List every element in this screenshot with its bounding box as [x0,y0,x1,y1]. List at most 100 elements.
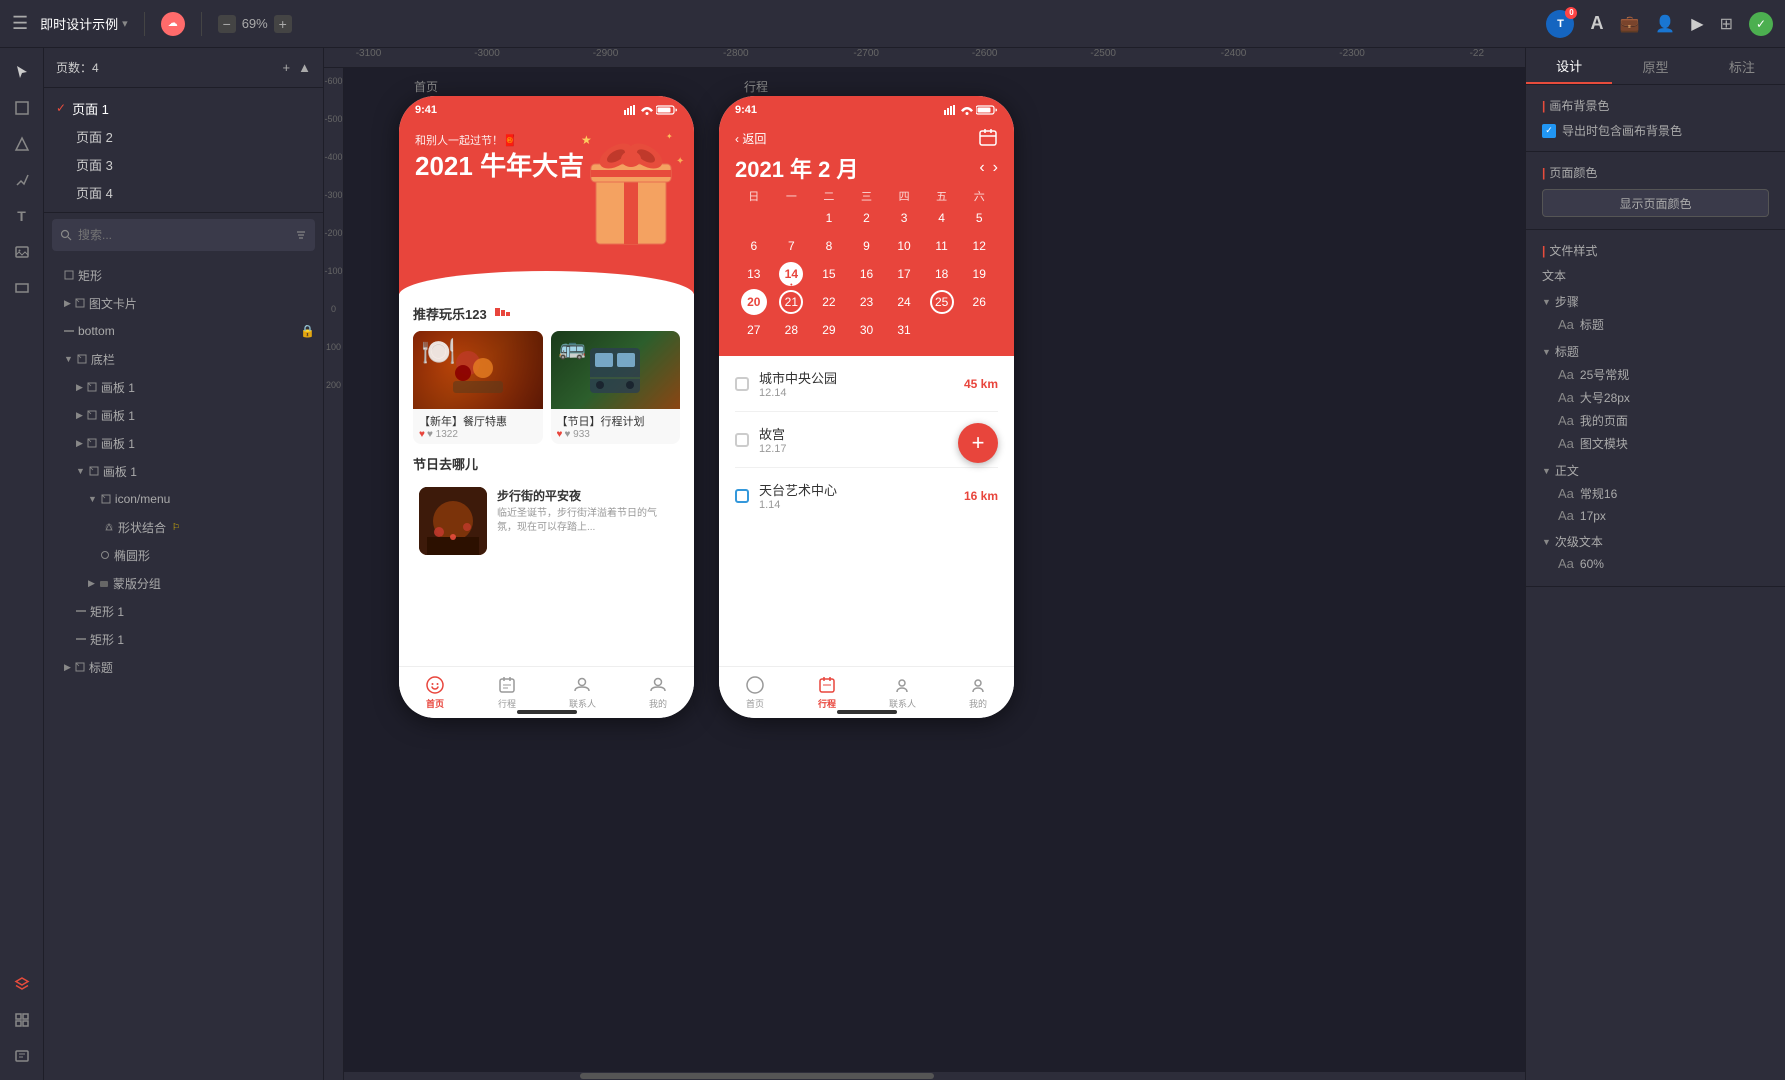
canvas-main[interactable]: 首页 行程 9:41 和别人一起过节！🧧 [344,68,1525,1080]
style-item-title-sub[interactable]: Aa 标题 [1542,313,1769,336]
assets-icon[interactable] [6,1004,38,1036]
show-page-color-button[interactable]: 显示页面颜色 [1542,189,1769,217]
card2-image: 🚌 [551,331,681,409]
style-item-steps-expand[interactable]: ▼ 步骤 [1542,290,1769,313]
canvas-bg-section: 画布背景色 ✓ 导出时包含画布背景色 [1526,85,1785,152]
export-bg-checkbox[interactable]: ✓ [1542,124,1556,138]
export-bg-label: 导出时包含画布背景色 [1562,122,1682,139]
layer-bottom[interactable]: bottom 🔒 [44,317,323,345]
layer-ellipse[interactable]: 椭圆形 [44,541,323,569]
style-item-body-expand[interactable]: ▼ 正文 [1542,459,1769,482]
tab-prototype[interactable]: 原型 [1612,48,1698,84]
card2: 🚌 【节日】行程计划 ♥♥ 933 [551,331,681,444]
cal-next-button[interactable]: › [993,159,998,177]
phone1-content: 推荐玩乐123 🍽️ [399,294,694,571]
phone2-tab-mine[interactable]: 我的 [968,675,988,710]
style-item-secondary-expand[interactable]: ▼ 次级文本 [1542,530,1769,553]
phone1-tab-home[interactable]: 首页 [425,675,445,710]
horizontal-scrollbar[interactable] [344,1072,1525,1080]
page-item-1[interactable]: ✓ 页面 1 [44,94,323,122]
style-item-mypage[interactable]: Aa 我的页面 [1542,409,1769,432]
file-styles-section: 文件样式 文本 ▼ 步骤 Aa 标题 ▼ 标题 Aa 25号常规 Aa [1526,230,1785,587]
publish-button[interactable]: ✓ [1749,12,1773,36]
layer-rect-1a[interactable]: 矩形 1 [44,597,323,625]
place-checkbox-1[interactable] [735,377,749,391]
style-item-60pct[interactable]: Aa 60% [1542,553,1769,574]
layer-title[interactable]: ▶ 标题 [44,653,323,681]
place-info-2: 故宫 12.17 [759,424,954,455]
phone1-tab-mine[interactable]: 我的 [648,675,668,710]
page-name-2: 页面 2 [76,127,113,146]
phone1-tab-contacts[interactable]: 联系人 [569,675,596,710]
cal-prev-button[interactable]: ‹ [979,159,984,177]
image-tool[interactable] [6,236,38,268]
left-toolbar: T [0,48,44,1080]
place-checkbox-2[interactable] [735,433,749,447]
phone2-home-indicator [837,710,897,714]
history-icon[interactable] [6,1040,38,1072]
layer-icon-menu[interactable]: ▼ icon/menu [44,485,323,513]
phone2-tab-contacts[interactable]: 联系人 [889,675,916,710]
cal-back-button[interactable]: ‹ 返回 [735,130,766,147]
place-checkbox-3[interactable] [735,489,749,503]
place-info-1: 城市中央公园 12.14 [759,368,954,399]
layer-mask-group[interactable]: ▶ 蒙版分组 [44,569,323,597]
phone1-status-icons [624,105,678,115]
layer-shape-combine[interactable]: 形状结合 ⚐ [44,513,323,541]
layer-artboard-1c[interactable]: ▶ 画板 1 [44,429,323,457]
font-icon[interactable]: A [1590,13,1603,34]
user-avatar[interactable]: T [1546,10,1574,38]
layers-icon[interactable] [6,968,38,1000]
select-tool[interactable] [6,56,38,88]
page-color-section: 页面颜色 显示页面颜色 [1526,152,1785,230]
place-name-2: 故宫 [759,424,954,443]
collapse-pages-button[interactable]: ▲ [298,60,311,75]
page-item-2[interactable]: 页面 2 [44,122,323,150]
filter-icon[interactable] [295,229,307,241]
layer-rect-1b[interactable]: 矩形 1 [44,625,323,653]
project-title[interactable]: 即时设计示例 ▾ [40,14,128,33]
scrollbar-thumb[interactable] [580,1073,934,1079]
collaborate-icon[interactable]: 👤 [1655,14,1675,34]
style-item-17px[interactable]: Aa 17px [1542,505,1769,526]
layer-artboard-1a[interactable]: ▶ 画板 1 [44,373,323,401]
layer-rectangle[interactable]: 矩形 [44,261,323,289]
fab-button[interactable]: + [958,423,998,463]
cal-calendar-icon[interactable] [978,128,998,148]
zoom-plus-button[interactable]: + [274,15,292,33]
card1-likes: ♥♥ 1322 [419,429,537,440]
zoom-minus-button[interactable]: − [218,15,236,33]
phone1-tab-itinerary[interactable]: 行程 [497,675,517,710]
phone2-tab-home[interactable]: 首页 [745,675,765,710]
tab-design[interactable]: 设计 [1526,48,1612,84]
pen-tool[interactable] [6,164,38,196]
rectangle-tool[interactable] [6,272,38,304]
page-controls: + ▲ [283,60,311,75]
canvas-bg-title: 画布背景色 [1542,97,1769,114]
page-item-4[interactable]: 页面 4 [44,178,323,206]
style-item-heading-expand[interactable]: ▼ 标题 [1542,340,1769,363]
play-icon[interactable]: ▶ [1691,14,1703,34]
frame-tool[interactable] [6,92,38,124]
style-item-imagemodule[interactable]: Aa 图文模块 [1542,432,1769,455]
style-item-25regular[interactable]: Aa 25号常规 [1542,363,1769,386]
layer-artboard-1b[interactable]: ▶ 画板 1 [44,401,323,429]
text-tool[interactable]: T [6,200,38,232]
phone2-tab-itinerary[interactable]: 行程 [817,675,837,710]
text-styles-header: 文本 [1542,267,1769,284]
menu-icon[interactable]: ☰ [12,13,28,34]
layer-artboard-1d[interactable]: ▼ 画板 1 [44,457,323,485]
cal-month-title: 2021 年 2 月 [735,152,859,184]
plugins-icon[interactable]: 💼 [1619,14,1639,34]
search-input[interactable] [78,228,289,242]
layer-image-card[interactable]: ▶ 图文卡片 [44,289,323,317]
tab-annotation[interactable]: 标注 [1699,48,1785,84]
layer-bottom-bar[interactable]: ▼ 底栏 [44,345,323,373]
style-item-regular16[interactable]: Aa 常规16 [1542,482,1769,505]
share-icon[interactable]: ⊞ [1720,14,1733,34]
style-item-28px[interactable]: Aa 大号28px [1542,386,1769,409]
add-page-button[interactable]: + [283,60,291,75]
shape-tool[interactable] [6,128,38,160]
phone-mockup-2: 9:41 ‹ 返回 [719,96,1014,718]
page-item-3[interactable]: 页面 3 [44,150,323,178]
